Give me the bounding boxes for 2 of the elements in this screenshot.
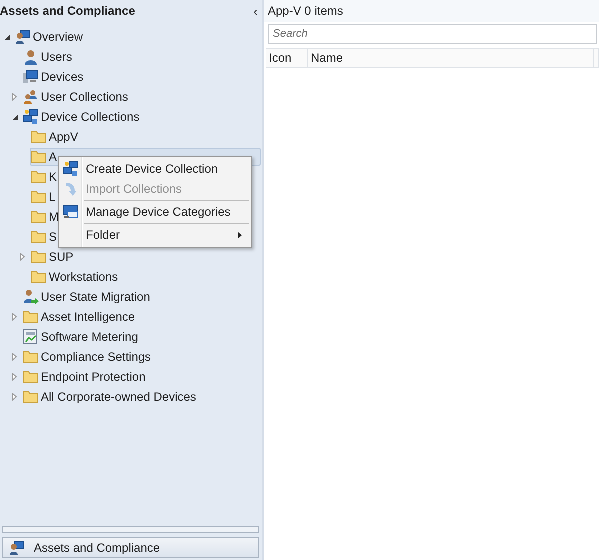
content-title: App-V 0 items [268, 4, 344, 18]
pane-title: Assets and Compliance [0, 4, 136, 18]
